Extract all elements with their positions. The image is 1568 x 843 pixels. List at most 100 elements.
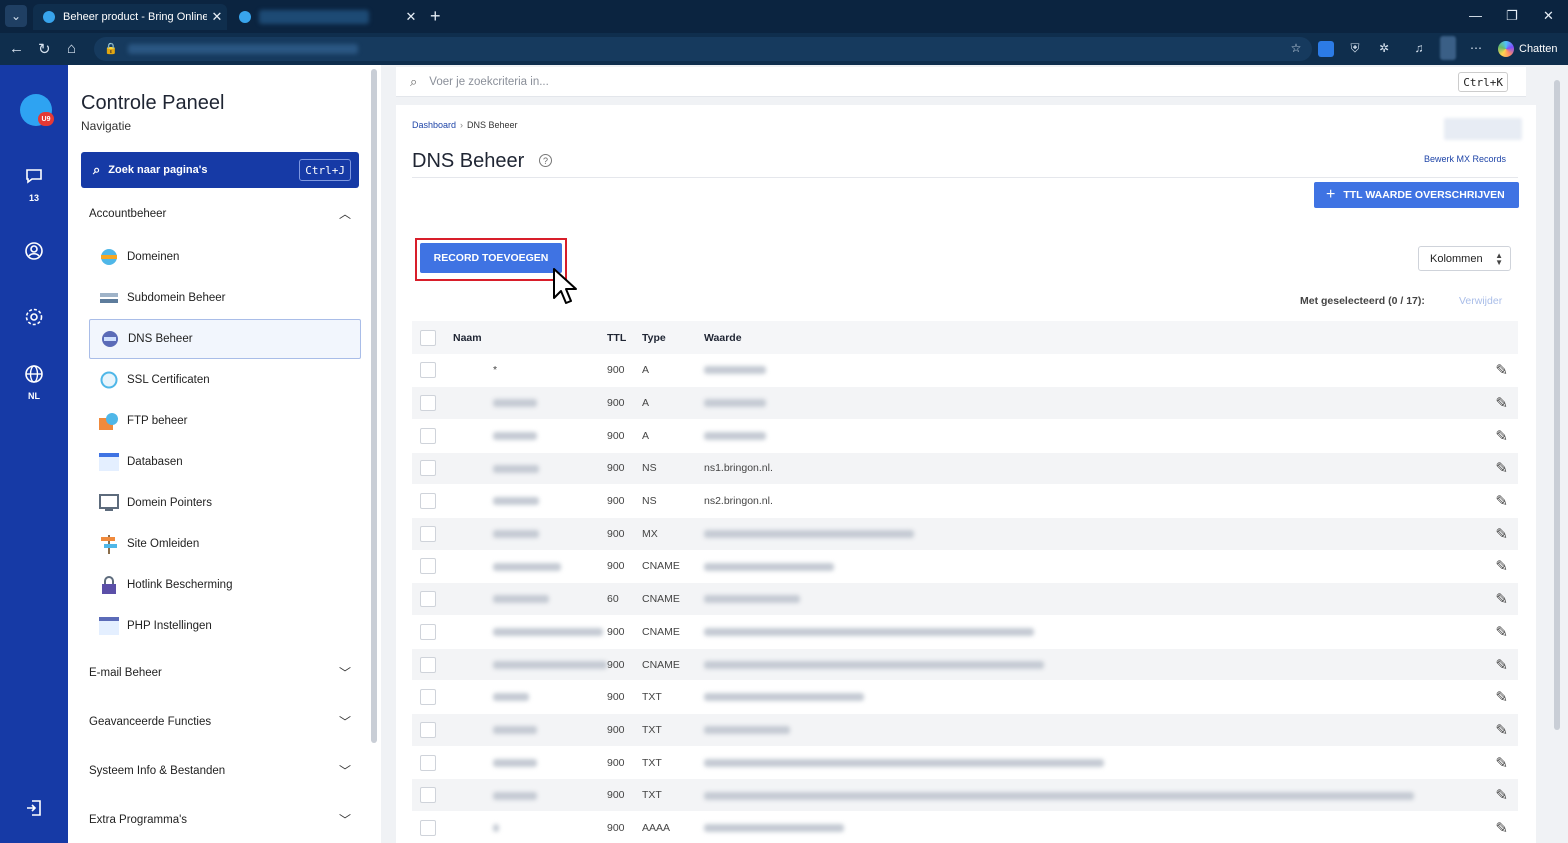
- help-icon[interactable]: ?: [539, 154, 552, 167]
- edit-pencil-icon[interactable]: ✎: [1478, 778, 1518, 813]
- rail-language[interactable]: NL: [0, 364, 68, 401]
- edit-pencil-icon[interactable]: ✎: [1478, 550, 1518, 584]
- tab-close-icon[interactable]: ✕: [401, 9, 421, 25]
- rail-chat[interactable]: 13: [0, 166, 68, 203]
- table-row[interactable]: 900 CNAME ✎: [412, 550, 1518, 584]
- sidebar-item-databasen[interactable]: Databasen: [89, 442, 361, 482]
- sidebar-item-subdomein-beheer[interactable]: Subdomein Beheer: [89, 278, 361, 318]
- row-checkbox[interactable]: [420, 819, 436, 836]
- global-search-input[interactable]: ⌕ Voer je zoekcriteria in... Ctrl+K: [396, 67, 1526, 97]
- edit-pencil-icon[interactable]: ✎: [1478, 517, 1518, 551]
- table-row[interactable]: 60 CNAME ✎: [412, 582, 1518, 616]
- copilot-chat-button[interactable]: Chatten: [1494, 38, 1564, 60]
- row-checkbox[interactable]: [420, 754, 436, 771]
- sidebar-item-domein-pointers[interactable]: Domein Pointers: [89, 483, 361, 523]
- browser-tab-inactive[interactable]: ✕: [229, 4, 421, 30]
- sidebar-item-php-instellingen[interactable]: PHP Instellingen: [89, 606, 361, 646]
- reload-icon[interactable]: ↻: [38, 40, 51, 58]
- tab-close-icon[interactable]: ✕: [207, 9, 227, 25]
- breadcrumb-dashboard[interactable]: Dashboard: [412, 120, 456, 130]
- back-icon[interactable]: ←: [9, 40, 24, 57]
- edit-pencil-icon[interactable]: ✎: [1478, 386, 1518, 420]
- table-row[interactable]: 900 NS ns2.bringon.nl. ✎: [412, 484, 1518, 518]
- row-checkbox[interactable]: [420, 460, 436, 477]
- section-accountbeheer[interactable]: Accountbeheer ︿: [89, 205, 351, 222]
- delete-selected-link[interactable]: Verwijder: [1459, 295, 1502, 307]
- shield-extension-icon[interactable]: ⛨: [1347, 41, 1363, 57]
- sidebar-item-hotlink-bescherming[interactable]: Hotlink Bescherming: [89, 565, 361, 605]
- page-search-button[interactable]: ⌕ Zoek naar pagina's Ctrl+J: [81, 152, 359, 188]
- row-checkbox[interactable]: [420, 721, 436, 738]
- table-row[interactable]: 900 TXT ✎: [412, 746, 1518, 780]
- edit-pencil-icon[interactable]: ✎: [1478, 582, 1518, 616]
- row-checkbox[interactable]: [420, 558, 436, 575]
- section-systeem-info[interactable]: Systeem Info & Bestanden ﹀: [89, 762, 351, 779]
- table-row[interactable]: 900 TXT ✎: [412, 778, 1518, 813]
- table-row[interactable]: 900 TXT ✎: [412, 713, 1518, 747]
- column-value[interactable]: Waarde: [704, 321, 1478, 354]
- rail-logout[interactable]: [0, 798, 68, 822]
- edit-pencil-icon[interactable]: ✎: [1478, 419, 1518, 453]
- columns-select[interactable]: Kolommen ▲ ▼: [1418, 246, 1511, 271]
- minimize-icon[interactable]: —: [1469, 8, 1482, 23]
- sidebar-item-ftp-beheer[interactable]: FTP beheer: [89, 401, 361, 441]
- add-record-button[interactable]: RECORD TOEVOEGEN: [420, 243, 562, 273]
- table-row[interactable]: 900 CNAME ✎: [412, 615, 1518, 649]
- edit-pencil-icon[interactable]: ✎: [1478, 484, 1518, 518]
- sidebar-item-site-omleiden[interactable]: Site Omleiden: [89, 524, 361, 564]
- favorites-icon[interactable]: ♫: [1411, 41, 1427, 57]
- app-logo[interactable]: U9: [20, 94, 54, 126]
- table-row[interactable]: 900 AAAA ✎: [412, 811, 1518, 843]
- restore-icon[interactable]: ❐: [1506, 8, 1518, 24]
- puzzle-extensions-icon[interactable]: ✲: [1376, 41, 1392, 57]
- row-checkbox[interactable]: [420, 689, 436, 706]
- edit-pencil-icon[interactable]: ✎: [1478, 615, 1518, 649]
- rail-account[interactable]: [0, 241, 68, 265]
- table-row[interactable]: * 900 A ✎: [412, 354, 1518, 388]
- row-checkbox[interactable]: [420, 623, 436, 640]
- sidebar-item-dns-beheer[interactable]: DNS Beheer: [89, 319, 361, 359]
- section-geavanceerde-functies[interactable]: Geavanceerde Functies ﹀: [89, 713, 351, 730]
- table-row[interactable]: 900 MX ✎: [412, 517, 1518, 551]
- table-row[interactable]: 900 TXT ✎: [412, 680, 1518, 715]
- edit-pencil-icon[interactable]: ✎: [1478, 452, 1518, 486]
- sidebar-item-domeinen[interactable]: Domeinen: [89, 237, 361, 277]
- sidebar-item-ssl-certificaten[interactable]: SSL Certificaten: [89, 360, 361, 400]
- table-row[interactable]: 900 A ✎: [412, 419, 1518, 453]
- row-checkbox[interactable]: [420, 395, 436, 412]
- ttl-override-button[interactable]: + TTL WAARDE OVERSCHRIJVEN: [1314, 182, 1519, 208]
- extension-icon[interactable]: [1318, 41, 1334, 57]
- row-checkbox[interactable]: [420, 493, 436, 510]
- profile-avatar[interactable]: [1440, 36, 1456, 60]
- row-checkbox[interactable]: [420, 427, 436, 444]
- new-tab-icon[interactable]: +: [430, 6, 441, 27]
- row-checkbox[interactable]: [420, 591, 436, 608]
- table-row[interactable]: 900 CNAME ✎: [412, 648, 1518, 682]
- edit-pencil-icon[interactable]: ✎: [1478, 713, 1518, 747]
- row-checkbox[interactable]: [420, 525, 436, 542]
- favorite-star-icon[interactable]: ☆: [1288, 41, 1304, 57]
- window-close-icon[interactable]: ✕: [1543, 8, 1554, 24]
- row-checkbox[interactable]: [420, 787, 436, 804]
- rail-settings[interactable]: [0, 307, 68, 331]
- edit-pencil-icon[interactable]: ✎: [1478, 680, 1518, 715]
- page-scrollbar[interactable]: [1554, 80, 1560, 730]
- table-row[interactable]: 900 A ✎: [412, 386, 1518, 420]
- site-info-icon[interactable]: 🔒: [104, 42, 118, 55]
- more-menu-icon[interactable]: ⋯: [1468, 41, 1484, 57]
- sidebar-scrollbar[interactable]: [371, 69, 377, 743]
- section-extra-programmas[interactable]: Extra Programma's ﹀: [89, 811, 351, 828]
- address-bar[interactable]: 🔒: [94, 37, 1312, 61]
- select-all-checkbox[interactable]: [420, 329, 436, 346]
- row-checkbox[interactable]: [420, 362, 436, 379]
- column-name[interactable]: Naam: [453, 321, 607, 354]
- section-email-beheer[interactable]: E-mail Beheer ﹀: [89, 664, 351, 681]
- edit-pencil-icon[interactable]: ✎: [1478, 648, 1518, 682]
- table-row[interactable]: 900 NS ns1.bringon.nl. ✎: [412, 452, 1518, 486]
- edit-pencil-icon[interactable]: ✎: [1478, 354, 1518, 388]
- edit-pencil-icon[interactable]: ✎: [1478, 746, 1518, 780]
- column-type[interactable]: Type: [642, 321, 704, 354]
- edit-mx-records-link[interactable]: Bewerk MX Records: [1424, 154, 1506, 164]
- column-ttl[interactable]: TTL: [607, 321, 642, 354]
- browser-tab-active[interactable]: Beheer product - Bring Online ✕: [33, 4, 227, 30]
